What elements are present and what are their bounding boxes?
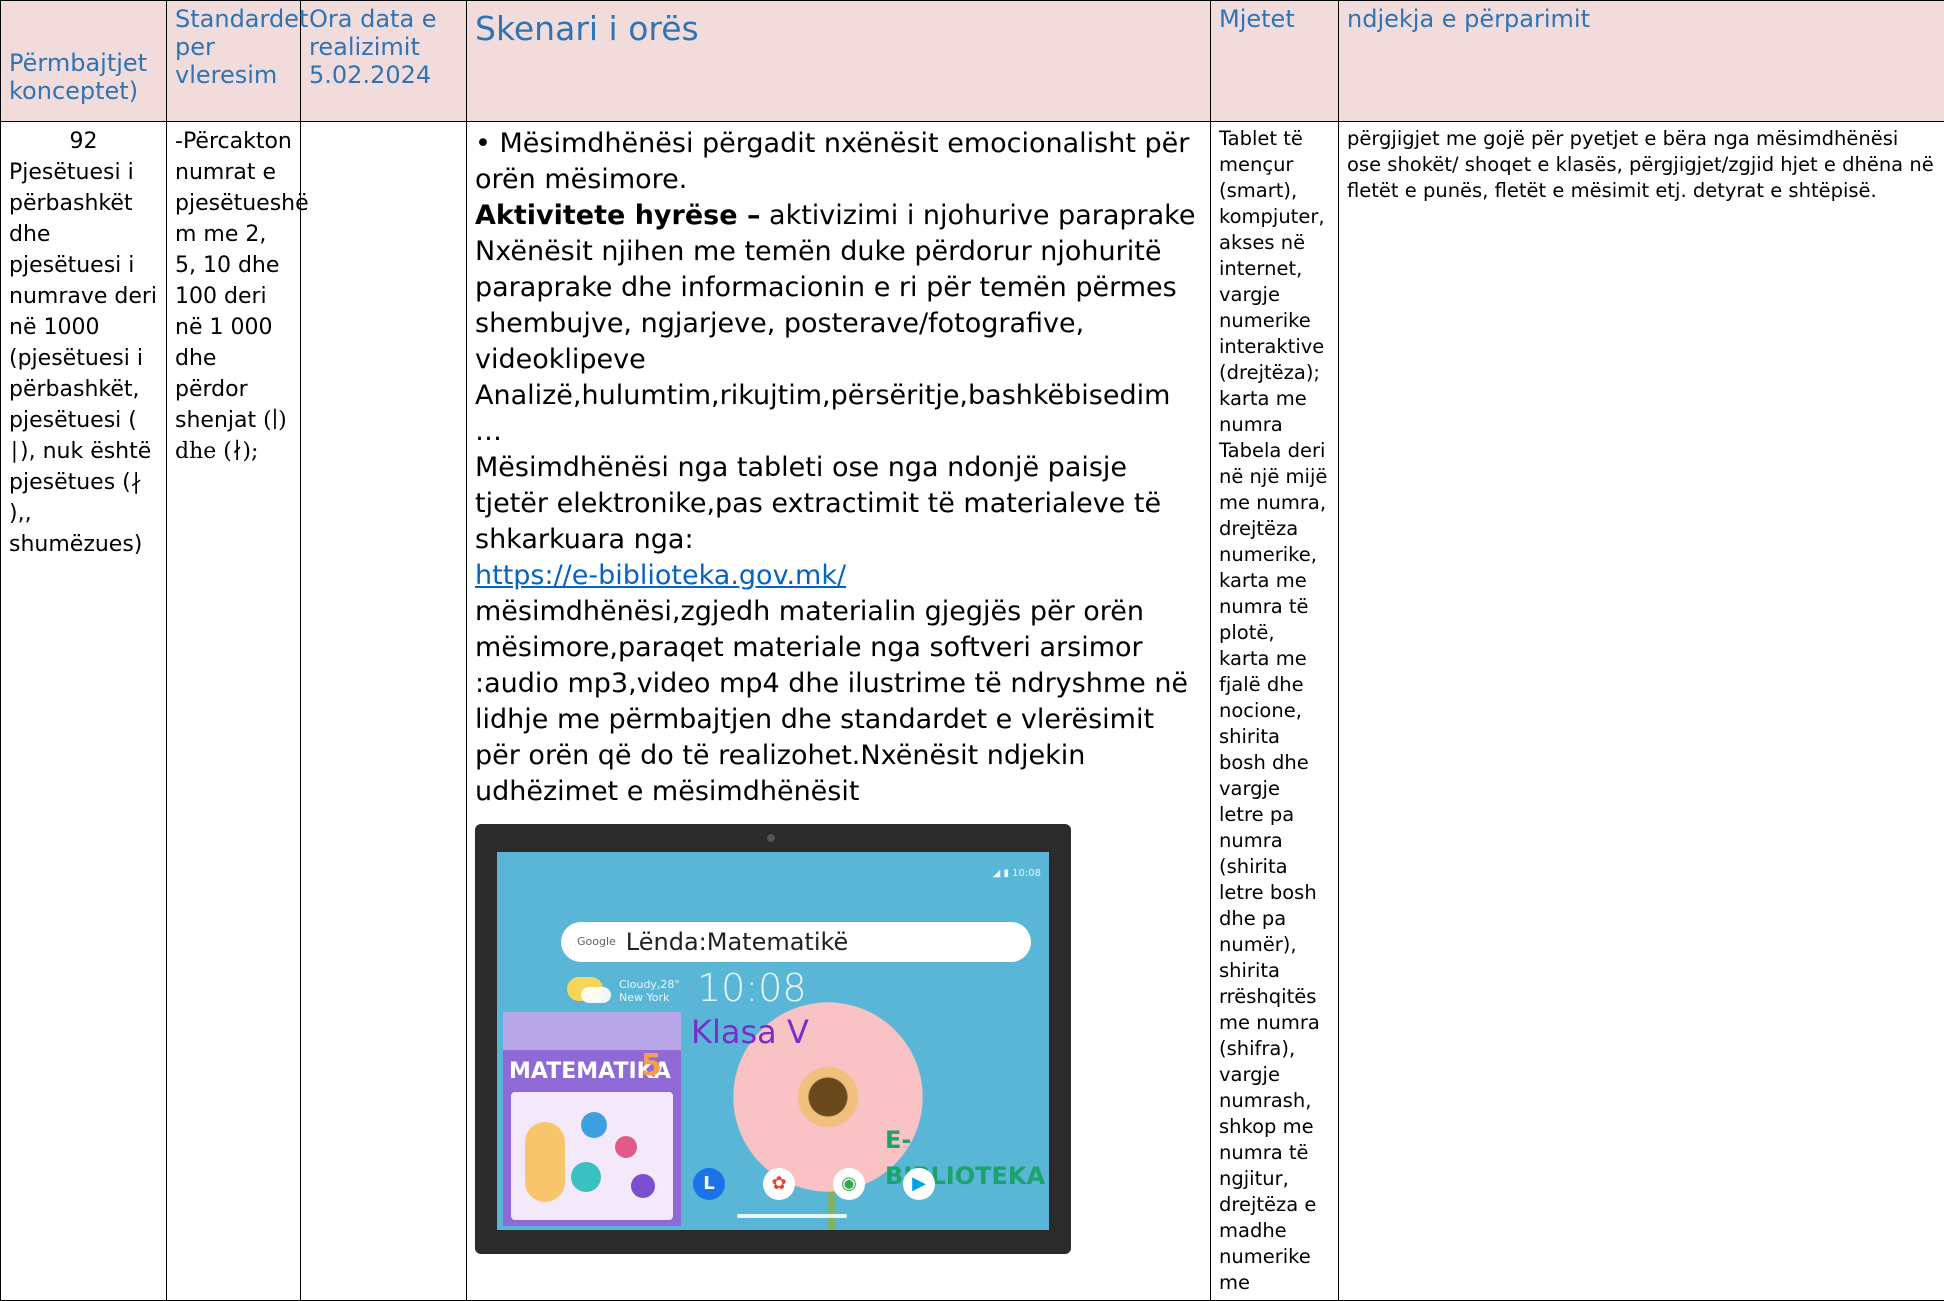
content-cell: 92 Pjesëtuesi i përbashkët dhe pjesëtues… [1,122,167,1301]
google-search-bar: Google Lënda:Matematikë [561,922,1031,962]
google-logo: Google [577,924,616,960]
header-standards-label: Standardet per vleresim [175,5,292,89]
standards-cell: -Përcakton numrat e pjesëtueshë m me 2, … [167,122,301,1301]
play-store-icon: ▶ [903,1168,935,1200]
scenario-intro: • Mësimdhënësi përgadit nxënësit emocion… [475,126,1202,198]
tracking-text: përgjigjet me gojë për pyetjet e bëra ng… [1347,127,1934,202]
book-cover: MATEMATIKA 5 [503,1012,681,1226]
scenario-paragraph-2: Nxënësit njihen me temën duke përdorur n… [475,234,1202,378]
cloud-icon [581,987,611,1003]
header-scenario-label: Skenari i orës [475,9,1202,49]
tools-cell: Tablet të mençur (smart), kompjuter, aks… [1211,122,1339,1301]
tools-text: Tablet të mençur (smart), kompjuter, aks… [1219,127,1327,1294]
navigation-bar [737,1214,847,1218]
e-biblioteka-link[interactable]: https://e-biblioteka.gov.mk/ [475,560,846,591]
chrome-app-icon: ◉ [833,1168,865,1200]
status-bar: ◢ ▮ 10:08 [993,856,1041,892]
scenario-paragraph-4: Mësimdhënësi nga tableti ose nga ndonjë … [475,450,1202,558]
activities-heading: Aktivitete hyrëse – [475,200,760,231]
tablet-screen: ◢ ▮ 10:08 Google Lënda:Matematikë Cloudy… [497,852,1049,1230]
standards-text: -Përcakton numrat e pjesëtueshë m me 2, … [175,129,309,433]
date-cell [301,122,467,1301]
photos-app-icon: ✿ [763,1168,795,1200]
weather-line-2: New York [619,991,680,1004]
app-dock: L ✿ ◉ ▶ [693,1168,935,1200]
tablet-image: ◢ ▮ 10:08 Google Lënda:Matematikë Cloudy… [475,824,1071,1254]
book-authors [503,1012,681,1050]
launcher-app-icon: L [693,1168,725,1200]
header-scenario: Skenari i orës [467,1,1211,122]
tracking-cell: përgjigjet me gojë për pyetjet e bëra ng… [1339,122,1944,1301]
scenario-paragraph-5: mësimdhënësi,zgjedh materialin gjegjës p… [475,594,1202,810]
header-tools-label: Mjetet [1219,5,1330,33]
content-row: 92 Pjesëtuesi i përbashkët dhe pjesëtues… [1,122,1944,1301]
scenario-cell: • Mësimdhënësi përgadit nxënësit emocion… [467,122,1211,1301]
camera-dot [767,834,775,842]
content-text: Pjesëtuesi i përbashkët dhe pjesëtuesi i… [9,160,157,557]
header-row: Përmbajtjet konceptet) Standardet per vl… [1,1,1944,122]
klasa-label: Klasa V [691,1014,809,1050]
header-content: Përmbajtjet konceptet) [1,1,167,122]
header-tracking: ndjekja e përparimit [1339,1,1944,122]
lesson-number: 92 [9,126,158,157]
activities-subheading: aktivizimi i njohurive paraprake [760,200,1195,231]
weather-text: Cloudy,28° New York [619,978,680,1004]
header-content-label: Përmbajtjet konceptet) [9,49,158,105]
scenario-paragraph-3: Analizë,hulumtim,rikujtim,përsëritje,bas… [475,378,1202,450]
weather-line-1: Cloudy,28° [619,978,680,991]
header-standards: Standardet per vleresim [167,1,301,122]
header-date-value: 5.02.2024 [309,61,458,89]
header-date: Ora data e realizimit 5.02.2024 [301,1,467,122]
search-text: Lënda:Matematikë [626,924,849,960]
header-tools: Mjetet [1211,1,1339,122]
header-date-label: Ora data e realizimit [309,5,458,61]
book-number: 5 [641,1048,662,1084]
header-tracking-label: ndjekja e përparimit [1347,5,1936,33]
clock-widget: 10:08 [697,970,807,1006]
lesson-plan-table: Përmbajtjet konceptet) Standardet per vl… [0,0,1944,1301]
book-illustration [511,1092,673,1220]
scenario-activities: Aktivitete hyrëse – aktivizimi i njohuri… [475,198,1202,234]
